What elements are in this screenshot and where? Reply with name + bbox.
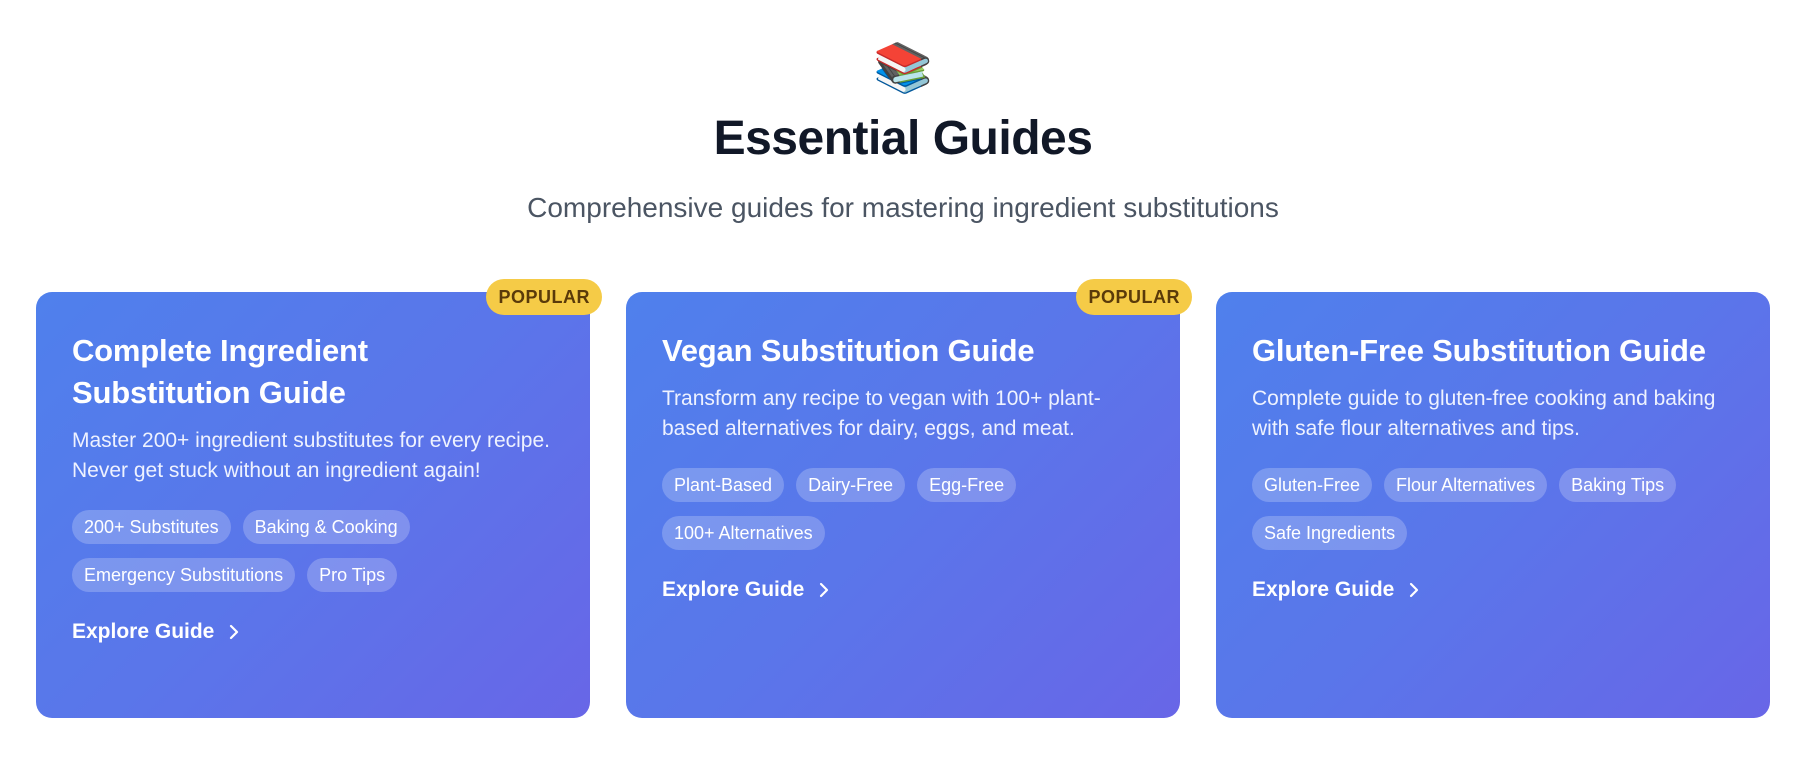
explore-guide-label: Explore Guide: [1252, 578, 1395, 601]
tag: Baking Tips: [1559, 468, 1677, 502]
tag: Emergency Substitutions: [72, 558, 296, 592]
tag-list: 200+ Substitutes Baking & Cooking Emerge…: [72, 510, 554, 592]
tag: Gluten-Free: [1252, 468, 1373, 502]
tag: 200+ Substitutes: [72, 510, 231, 544]
section-subtitle: Comprehensive guides for mastering ingre…: [527, 192, 1279, 223]
guide-card-vegan[interactable]: POPULAR Vegan Substitution Guide Transfo…: [626, 279, 1192, 718]
card-description: Transform any recipe to vegan with 100+ …: [662, 387, 1101, 440]
tag: 100+ Alternatives: [662, 516, 825, 550]
explore-guide-link[interactable]: Explore Guide: [72, 620, 244, 644]
explore-guide-label: Explore Guide: [72, 620, 215, 643]
tag: Plant-Based: [662, 468, 785, 502]
guide-cards: POPULAR Complete Ingredient Substitution…: [36, 279, 1770, 718]
explore-guide-link[interactable]: Explore Guide: [662, 578, 834, 602]
tag-list: Gluten-Free Flour Alternatives Baking Ti…: [1252, 468, 1734, 550]
card-description: Complete guide to gluten-free cooking an…: [1252, 387, 1716, 440]
guide-card-gluten-free[interactable]: Gluten-Free Substitution Guide Complete …: [1216, 292, 1770, 718]
tag: Egg-Free: [917, 468, 1017, 502]
chevron-right-icon: [1410, 582, 1419, 598]
books-icon: 📚: [873, 40, 933, 96]
tag: Dairy-Free: [796, 468, 906, 502]
explore-guide-label: Explore Guide: [662, 578, 805, 601]
card-title: Gluten-Free Substitution Guide: [1252, 333, 1706, 368]
card-title: Vegan Substitution Guide: [662, 333, 1035, 368]
chevron-right-icon: [820, 582, 829, 598]
essential-guides-section: 📚 Essential Guides Comprehensive guides …: [0, 0, 1806, 762]
section-header: 📚 Essential Guides Comprehensive guides …: [0, 0, 1806, 226]
tag: Safe Ingredients: [1252, 516, 1408, 550]
popular-badge: POPULAR: [1076, 279, 1192, 315]
section-title: Essential Guides: [713, 112, 1093, 165]
tag: Flour Alternatives: [1384, 468, 1548, 502]
tag: Baking & Cooking: [242, 510, 410, 544]
tag: Pro Tips: [307, 558, 398, 592]
explore-guide-link[interactable]: Explore Guide: [1252, 578, 1424, 602]
card-description: Master 200+ ingredient substitutes for e…: [72, 429, 550, 482]
guide-card-complete[interactable]: POPULAR Complete Ingredient Substitution…: [36, 279, 602, 718]
popular-badge: POPULAR: [486, 279, 602, 315]
chevron-right-icon: [230, 624, 239, 640]
tag-list: Plant-Based Dairy-Free Egg-Free 100+ Alt…: [662, 468, 1144, 550]
card-title: Complete Ingredient Substitution Guide: [72, 333, 368, 410]
